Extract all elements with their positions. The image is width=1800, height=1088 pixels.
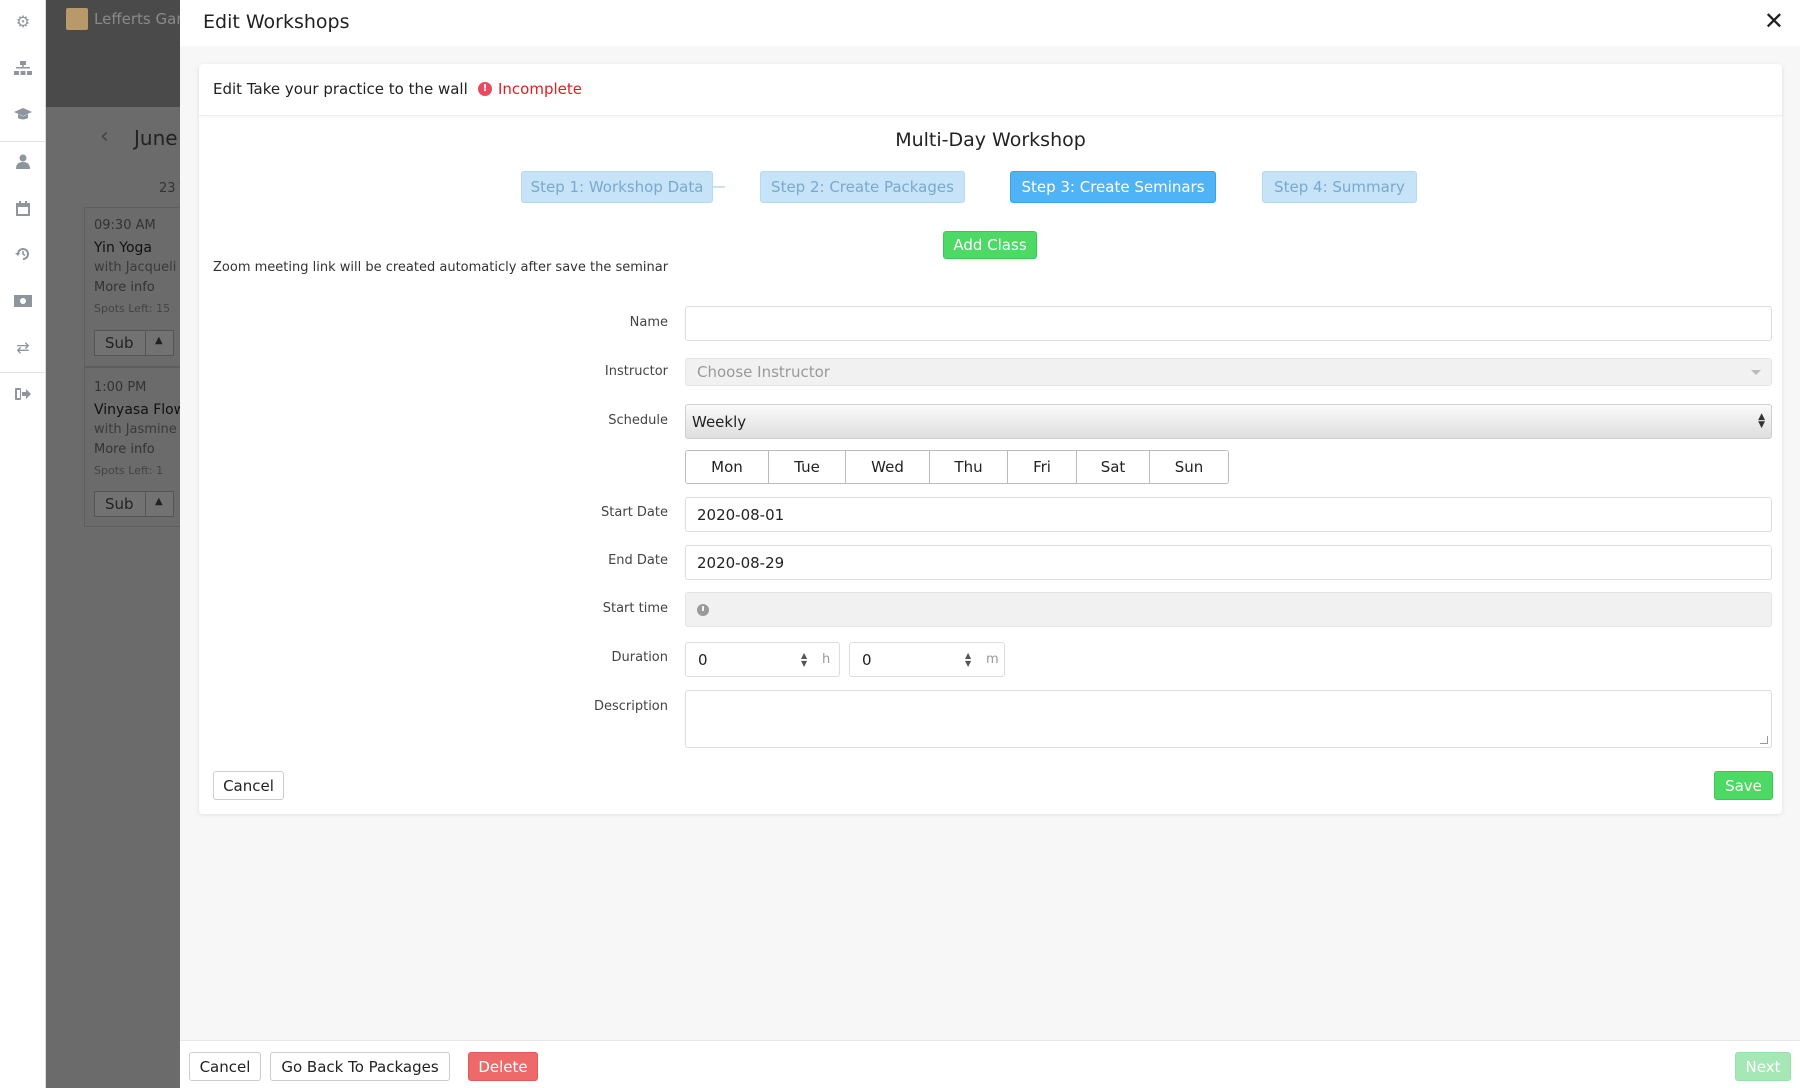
class-time: 09:30 AM: [94, 218, 156, 233]
class-time: 1:00 PM: [94, 380, 147, 395]
status-text: Incomplete: [498, 80, 582, 98]
instructor-label: Instructor: [604, 364, 668, 379]
start-date-label: Start Date: [601, 505, 668, 520]
page-title: Edit Workshops: [203, 11, 350, 33]
sub-button: Sub ▲: [94, 491, 174, 517]
step-summary[interactable]: Step 4: Summary: [1262, 171, 1417, 203]
class-name: Vinyasa Flow: [94, 402, 180, 418]
icon-sidebar: ⚙ ⇄: [0, 0, 46, 1088]
day-wed[interactable]: Wed: [846, 451, 930, 483]
calendar-day-label: 23 T: [159, 181, 180, 196]
footer-cancel-button[interactable]: Cancel: [189, 1052, 261, 1081]
calendar-icon[interactable]: [0, 193, 46, 223]
chevron-left-icon: ‹: [100, 124, 109, 149]
day-sun[interactable]: Sun: [1150, 451, 1228, 483]
gears-icon[interactable]: ⚙: [0, 6, 46, 36]
form-cancel-button[interactable]: Cancel: [213, 771, 284, 800]
class-spots: Spots Left: 1: [94, 464, 164, 477]
name-label: Name: [629, 315, 668, 330]
studio-logo: [66, 8, 88, 30]
duration-label: Duration: [611, 650, 668, 665]
warning-icon: !: [478, 82, 492, 96]
edit-workshops-panel: Edit Workshops ✕ Edit Take your practice…: [180, 0, 1800, 1088]
panel-footer: Cancel Go Back To Packages Delete Next: [180, 1040, 1800, 1088]
class-instructor: with Jasmine: [94, 422, 177, 437]
class-card: 1:00 PM Vinyasa Flow with Jasmine More i…: [84, 367, 180, 527]
schedule-label: Schedule: [608, 413, 668, 428]
edit-workshop-title: Edit Take your practice to the wall: [213, 80, 468, 98]
panel-header: Edit Workshops ✕: [180, 0, 1800, 46]
start-date-input[interactable]: 2020-08-01: [685, 497, 1772, 532]
next-button[interactable]: Next: [1735, 1052, 1791, 1081]
day-tue[interactable]: Tue: [769, 451, 846, 483]
sitemap-icon[interactable]: [0, 53, 46, 83]
name-input[interactable]: [685, 306, 1772, 341]
workshop-card: Edit Take your practice to the wall ! In…: [199, 64, 1782, 814]
end-date-label: End Date: [608, 553, 668, 568]
day-fri[interactable]: Fri: [1008, 451, 1077, 483]
day-mon[interactable]: Mon: [686, 451, 769, 483]
class-spots: Spots Left: 15: [94, 302, 171, 315]
class-more-info: More info: [94, 280, 155, 295]
step-create-seminars[interactable]: Step 3: Create Seminars: [1010, 171, 1216, 203]
add-class-button[interactable]: Add Class: [943, 231, 1037, 259]
duration-minutes-input[interactable]: 0 ▲ ▼ m: [849, 642, 1005, 677]
user-icon[interactable]: [0, 146, 46, 176]
background-header: Lefferts Gar: [46, 0, 180, 107]
step-workshop-data[interactable]: Step 1: Workshop Data: [521, 171, 713, 203]
schedule-select[interactable]: Weekly ▲ ▼: [685, 404, 1772, 439]
description-textarea[interactable]: [685, 690, 1772, 748]
chevron-down-icon: [1751, 370, 1761, 375]
zoom-note: Zoom meeting link will be created automa…: [213, 260, 669, 275]
background-app-overlay: Lefferts Gar ‹ June 23 T 09:30 AM Yin Yo…: [46, 0, 180, 1088]
class-instructor: with Jacqueli: [94, 260, 177, 275]
sub-button: Sub ▲: [94, 330, 174, 356]
end-date-input[interactable]: 2020-08-29: [685, 545, 1772, 580]
select-arrows-icon: ▲ ▼: [1758, 412, 1765, 430]
card-header: Edit Take your practice to the wall ! In…: [199, 64, 1782, 116]
start-time-label: Start time: [602, 601, 668, 616]
start-time-input[interactable]: [685, 592, 1772, 627]
sign-out-icon[interactable]: [0, 379, 46, 409]
class-more-info: More info: [94, 442, 155, 457]
clock-icon: [697, 603, 709, 616]
day-sat[interactable]: Sat: [1077, 451, 1150, 483]
class-name: Yin Yoga: [94, 240, 152, 256]
graduation-cap-icon[interactable]: [0, 99, 46, 129]
instructor-placeholder: Choose Instructor: [697, 363, 830, 381]
class-card: 09:30 AM Yin Yoga with Jacqueli More inf…: [84, 207, 180, 367]
description-label: Description: [593, 699, 668, 714]
studio-name: Lefferts Gar: [94, 10, 180, 28]
delete-button[interactable]: Delete: [468, 1052, 538, 1081]
instructor-select[interactable]: Choose Instructor: [685, 358, 1772, 386]
resize-handle-icon[interactable]: [1760, 736, 1768, 744]
schedule-value: Weekly: [692, 412, 747, 431]
day-thu[interactable]: Thu: [930, 451, 1008, 483]
duration-hours-input[interactable]: 0 ▲ ▼ h: [685, 642, 840, 677]
exchange-icon[interactable]: ⇄: [0, 332, 46, 362]
spinner-icon[interactable]: ▲ ▼: [965, 652, 971, 668]
history-icon[interactable]: [0, 239, 46, 269]
weekday-selector: Mon Tue Wed Thu Fri Sat Sun: [685, 450, 1229, 484]
money-icon[interactable]: [0, 286, 46, 316]
save-button[interactable]: Save: [1714, 771, 1773, 800]
go-back-to-packages-button[interactable]: Go Back To Packages: [270, 1052, 450, 1081]
status-badge: ! Incomplete: [478, 80, 582, 98]
calendar-month: June: [134, 126, 178, 150]
close-icon[interactable]: ✕: [1764, 7, 1784, 35]
spinner-icon[interactable]: ▲ ▼: [801, 652, 807, 668]
wizard-title: Multi-Day Workshop: [895, 129, 1086, 151]
step-create-packages[interactable]: Step 2: Create Packages: [760, 171, 965, 203]
